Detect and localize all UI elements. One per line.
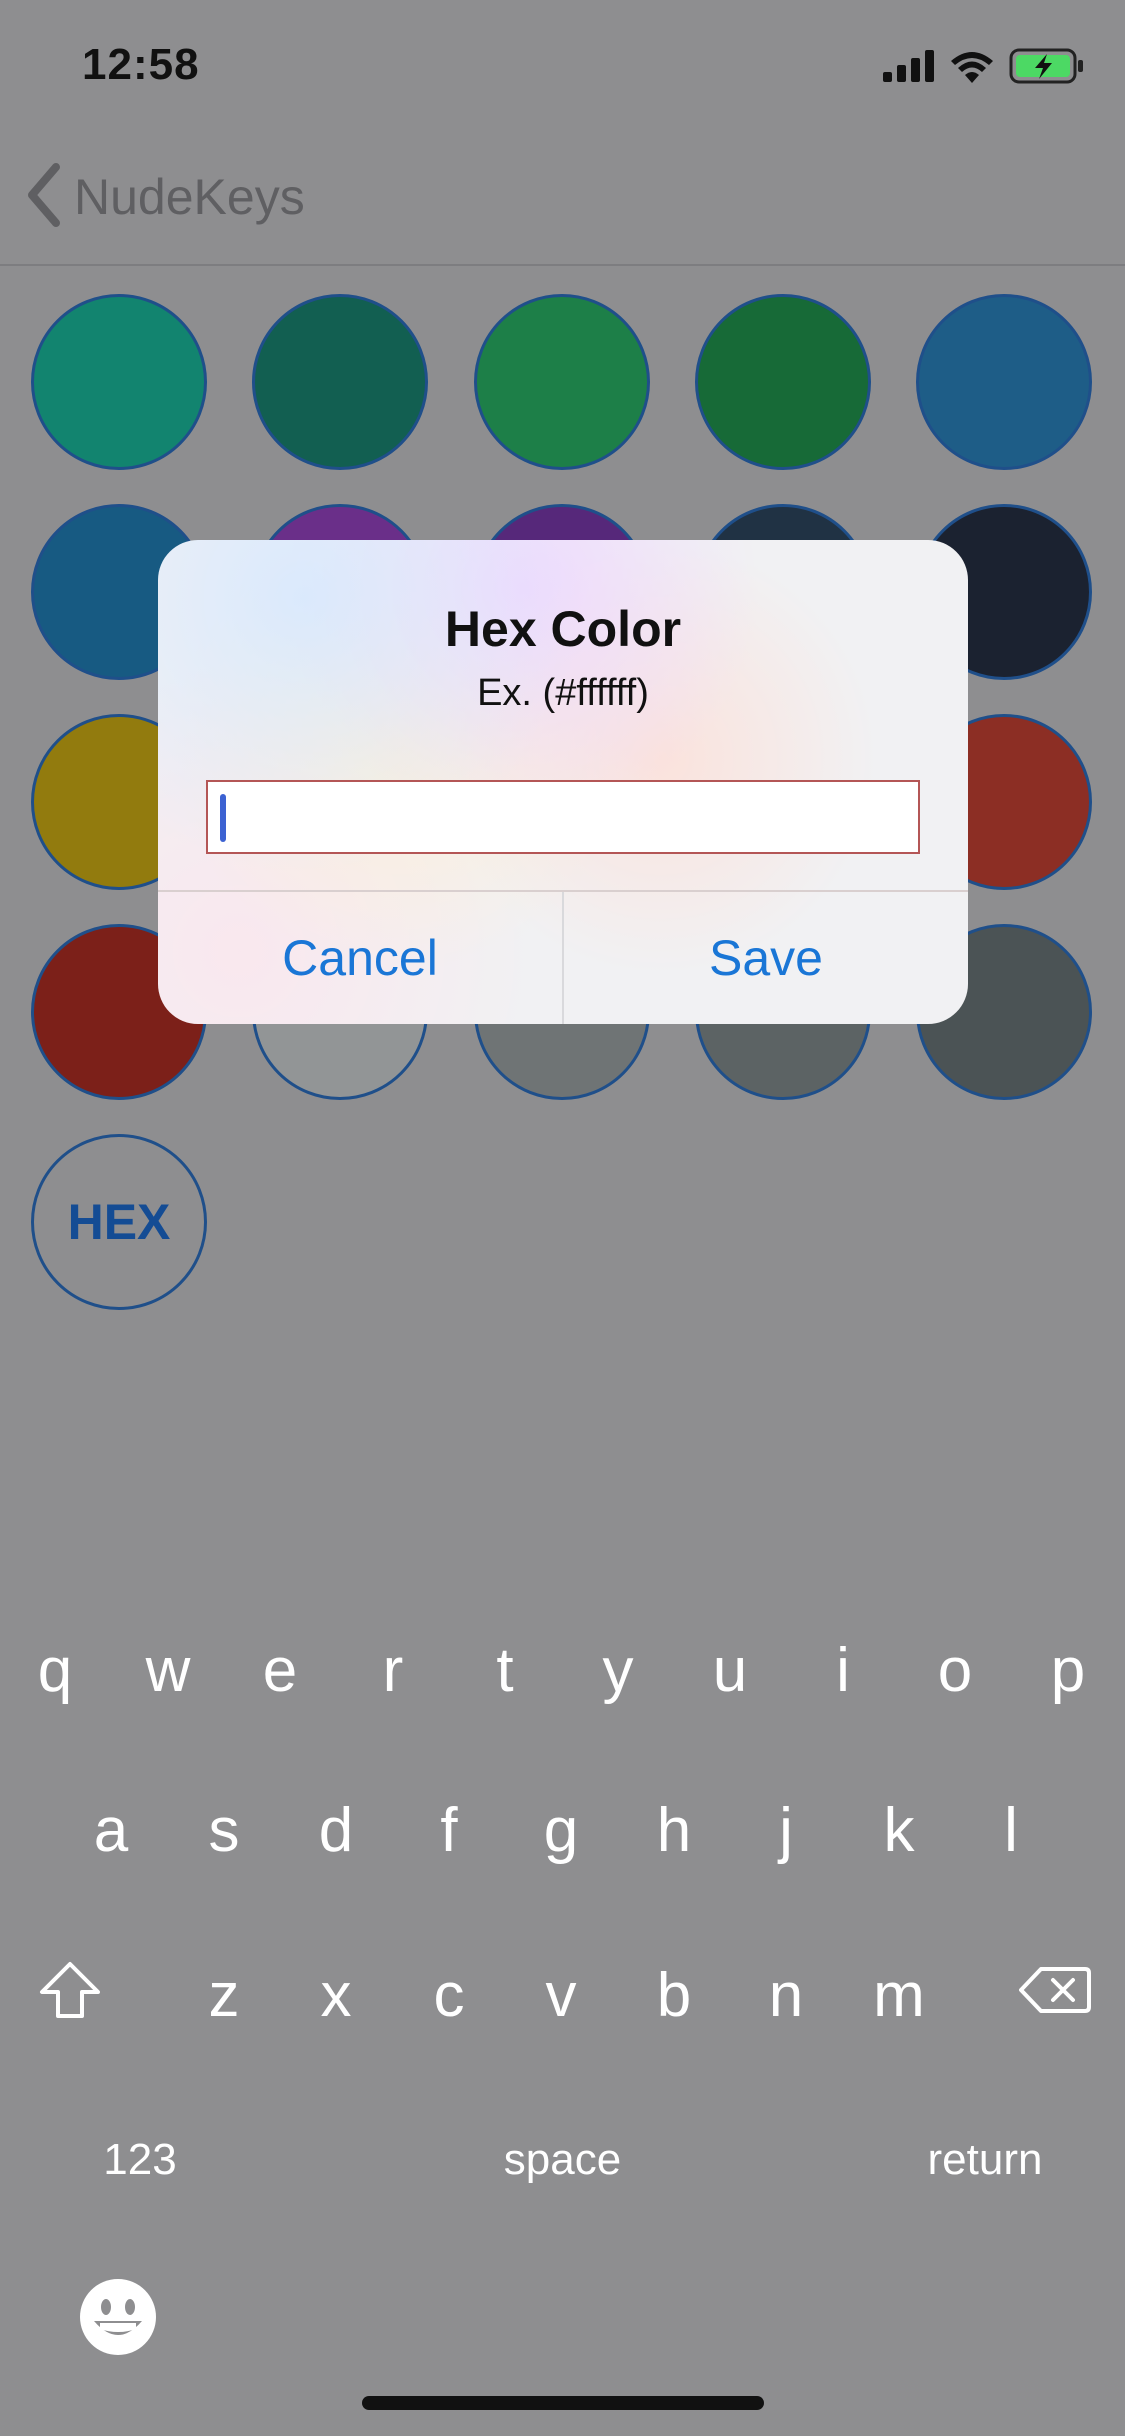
key-m[interactable]: m [849, 1940, 949, 2050]
hex-input[interactable] [232, 790, 896, 848]
color-swatch[interactable] [31, 294, 207, 470]
back-label: NudeKeys [74, 169, 305, 225]
key-q[interactable]: q [5, 1615, 105, 1725]
signal-icon [883, 50, 935, 87]
key-h[interactable]: h [624, 1775, 724, 1885]
status-time: 12:58 [82, 40, 200, 89]
key-s[interactable]: s [174, 1775, 274, 1885]
key-o[interactable]: o [905, 1615, 1005, 1725]
key-e[interactable]: e [230, 1615, 330, 1725]
key-g[interactable]: g [511, 1775, 611, 1885]
key-l[interactable]: l [961, 1775, 1061, 1885]
status-icons [883, 48, 1085, 89]
navigation-bar: NudeKeys [0, 132, 1125, 266]
hex-button[interactable]: HEX [31, 1134, 207, 1310]
status-bar: 12:58 [0, 0, 1125, 132]
numbers-key[interactable]: 123 [40, 2105, 240, 2215]
alert-subtitle: Ex. (#ffffff) [477, 672, 649, 714]
chevron-left-icon [24, 162, 64, 232]
delete-key[interactable] [1000, 1940, 1110, 2050]
key-c[interactable]: c [399, 1940, 499, 2050]
text-cursor [220, 794, 226, 842]
alert-title: Hex Color [444, 601, 682, 657]
emoji-key[interactable] [68, 2272, 168, 2372]
shift-key[interactable] [20, 1940, 120, 2050]
battery-charging-icon [1009, 48, 1085, 89]
key-n[interactable]: n [736, 1940, 836, 2050]
key-k[interactable]: k [849, 1775, 949, 1885]
space-key[interactable]: space [300, 2105, 825, 2215]
key-u[interactable]: u [680, 1615, 780, 1725]
key-a[interactable]: a [61, 1775, 161, 1885]
hex-input-field[interactable] [206, 780, 920, 854]
color-swatch[interactable] [252, 294, 428, 470]
key-p[interactable]: p [1018, 1615, 1118, 1725]
keyboard: q w e r t y u i o p a s d f g h j k l z … [0, 1560, 1125, 2436]
hex-color-alert: Hex Color Ex. (#ffffff) Cancel Save [158, 540, 968, 1024]
key-t[interactable]: t [455, 1615, 555, 1725]
key-y[interactable]: y [568, 1615, 668, 1725]
key-i[interactable]: i [793, 1615, 893, 1725]
cancel-button[interactable]: Cancel [158, 892, 562, 1024]
backspace-icon [1019, 1965, 1091, 2026]
key-z[interactable]: z [174, 1940, 274, 2050]
color-swatch[interactable] [474, 294, 650, 470]
key-j[interactable]: j [736, 1775, 836, 1885]
key-f[interactable]: f [399, 1775, 499, 1885]
color-swatch[interactable] [695, 294, 871, 470]
key-r[interactable]: r [343, 1615, 443, 1725]
key-v[interactable]: v [511, 1940, 611, 2050]
color-swatch[interactable] [916, 294, 1092, 470]
key-b[interactable]: b [624, 1940, 724, 2050]
key-d[interactable]: d [286, 1775, 386, 1885]
save-button[interactable]: Save [564, 892, 968, 1024]
return-key[interactable]: return [885, 2105, 1085, 2215]
key-x[interactable]: x [286, 1940, 386, 2050]
shift-icon [38, 1960, 102, 2031]
back-button[interactable]: NudeKeys [24, 162, 305, 232]
home-indicator[interactable] [362, 2396, 764, 2410]
wifi-icon [949, 49, 995, 88]
key-w[interactable]: w [118, 1615, 218, 1725]
emoji-icon [78, 2277, 158, 2368]
hex-button-label: HEX [67, 1194, 171, 1250]
